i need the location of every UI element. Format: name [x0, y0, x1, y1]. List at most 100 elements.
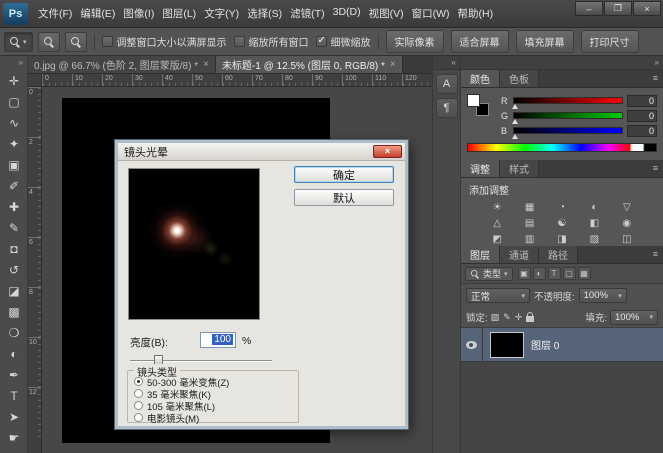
- type-tool[interactable]: T: [0, 385, 28, 406]
- panel-tab[interactable]: 路径: [539, 246, 578, 263]
- menu-item[interactable]: 图层(L): [158, 3, 200, 24]
- clone-stamp-tool[interactable]: ◘: [0, 238, 28, 259]
- options-checkbox[interactable]: 调整窗口大小以满屏显示: [102, 34, 227, 49]
- adjustment-icon[interactable]: ☀: [481, 200, 513, 215]
- lens-type-option[interactable]: 35 毫米聚焦(K): [134, 388, 292, 399]
- menu-item[interactable]: 视图(V): [365, 3, 408, 24]
- close-icon[interactable]: ×: [390, 59, 396, 70]
- panel-tab[interactable]: 通道: [500, 246, 539, 263]
- zoom-out-button[interactable]: [65, 32, 87, 52]
- maximize-button[interactable]: ❐: [604, 1, 632, 16]
- lock-transparent-icon[interactable]: ▨: [491, 312, 500, 323]
- brush-tool[interactable]: ✎: [0, 217, 28, 238]
- adjustment-icon[interactable]: ◫: [611, 232, 643, 247]
- minimize-button[interactable]: –: [575, 1, 603, 16]
- eyedropper-tool[interactable]: ✐: [0, 175, 28, 196]
- color-spectrum-ramp[interactable]: [467, 143, 657, 152]
- layer-filter-icon[interactable]: ▣: [518, 267, 531, 280]
- channel-slider[interactable]: [513, 97, 623, 104]
- lens-type-option[interactable]: 105 毫米聚焦(L): [134, 400, 292, 411]
- quick-selection-tool[interactable]: ✦: [0, 133, 28, 154]
- foreground-color-swatch[interactable]: [467, 94, 480, 107]
- channel-slider-thumb[interactable]: [512, 119, 518, 124]
- lock-move-icon[interactable]: ✛: [515, 312, 523, 323]
- document-tab[interactable]: 0.jpg @ 66.7% (色阶 2, 图层蒙版/8) * ×: [28, 56, 216, 73]
- lens-flare-preview[interactable]: [128, 168, 260, 320]
- channel-value[interactable]: 0: [627, 95, 657, 107]
- vertical-ruler[interactable]: 024681012: [28, 87, 42, 453]
- channel-value[interactable]: 0: [627, 125, 657, 137]
- panel-menu-icon[interactable]: ≡: [653, 163, 658, 173]
- layer-thumbnail[interactable]: [490, 332, 524, 358]
- zoom-tool-preset[interactable]: ▾: [4, 32, 33, 52]
- options-checkbox[interactable]: 缩放所有窗口: [234, 34, 309, 49]
- menu-item[interactable]: 编辑(E): [76, 3, 119, 24]
- brightness-input[interactable]: 100: [200, 332, 236, 348]
- panel-tab[interactable]: 色板: [500, 70, 539, 87]
- horizontal-ruler[interactable]: 0102030405060708090100110120: [42, 74, 432, 87]
- dock-collapse-bar[interactable]: »: [461, 56, 663, 70]
- panel-menu-icon[interactable]: ≡: [653, 73, 658, 83]
- adjustment-icon[interactable]: ◔: [546, 200, 578, 215]
- default-button[interactable]: 默认: [294, 189, 394, 206]
- slider-track[interactable]: [130, 360, 272, 362]
- hand-tool[interactable]: ☛: [0, 427, 28, 448]
- options-checkbox[interactable]: 细微缩放: [316, 34, 371, 49]
- ok-button[interactable]: 确定: [294, 166, 394, 183]
- menu-item[interactable]: 滤镜(T): [286, 3, 328, 24]
- layer-filter-icon[interactable]: ▢: [563, 267, 576, 280]
- adjustment-icon[interactable]: ◨: [546, 232, 578, 247]
- fill-input[interactable]: 100% ▾: [610, 310, 658, 325]
- adjustment-icon[interactable]: ◉: [611, 216, 643, 231]
- character-panel-icon[interactable]: A: [436, 74, 458, 94]
- filter-type-dropdown[interactable]: 类型 ▾: [465, 267, 513, 281]
- panel-menu-icon[interactable]: ≡: [653, 249, 658, 259]
- channel-slider-thumb[interactable]: [512, 104, 518, 109]
- menu-item[interactable]: 文件(F): [34, 3, 76, 24]
- menu-item[interactable]: 窗口(W): [408, 3, 454, 24]
- visibility-toggle[interactable]: [461, 328, 483, 361]
- menu-item[interactable]: 图像(I): [119, 3, 158, 24]
- close-icon[interactable]: ×: [203, 59, 209, 70]
- layer-row[interactable]: 图层 0: [461, 328, 663, 362]
- panel-tab[interactable]: 调整: [461, 160, 500, 177]
- blend-mode-select[interactable]: 正常 ▾: [466, 288, 530, 303]
- options-button[interactable]: 填充屏幕: [516, 30, 574, 53]
- paragraph-panel-icon[interactable]: ¶: [436, 98, 458, 118]
- adjustment-icon[interactable]: ◐: [578, 200, 610, 215]
- lock-all-icon[interactable]: [526, 316, 534, 322]
- adjustment-icon[interactable]: ▥: [513, 232, 545, 247]
- adjustment-icon[interactable]: ▤: [513, 216, 545, 231]
- document-tab[interactable]: 未标题-1 @ 12.5% (图层 0, RGB/8) * ×: [216, 56, 403, 73]
- dodge-tool[interactable]: ◐: [0, 343, 28, 364]
- lock-paint-icon[interactable]: ✎: [503, 312, 511, 323]
- adjustment-icon[interactable]: ◩: [481, 232, 513, 247]
- panel-tab[interactable]: 颜色: [461, 70, 500, 87]
- history-brush-tool[interactable]: ↺: [0, 259, 28, 280]
- menu-item[interactable]: 帮助(H): [454, 3, 498, 24]
- path-selection-tool[interactable]: ➤: [0, 406, 28, 427]
- dialog-titlebar[interactable]: 镜头光晕 ×: [118, 143, 405, 161]
- lasso-tool[interactable]: ∿: [0, 112, 28, 133]
- move-tool[interactable]: ✛: [0, 70, 28, 91]
- options-button[interactable]: 实际像素: [386, 30, 444, 53]
- ruler-corner[interactable]: [28, 74, 42, 87]
- blur-tool[interactable]: ❍: [0, 322, 28, 343]
- layer-filter-icon[interactable]: T: [548, 267, 561, 280]
- menu-item[interactable]: 选择(S): [243, 3, 286, 24]
- channel-value[interactable]: 0: [627, 110, 657, 122]
- options-button[interactable]: 适合屏幕: [451, 30, 509, 53]
- adjustment-icon[interactable]: ▽: [611, 200, 643, 215]
- gradient-tool[interactable]: ▩: [0, 301, 28, 322]
- crop-tool[interactable]: ▣: [0, 154, 28, 175]
- layer-filter-icon[interactable]: ◐: [533, 267, 546, 280]
- panel-tab[interactable]: 图层: [461, 246, 500, 263]
- flare-center-handle[interactable]: [176, 229, 179, 232]
- menu-item[interactable]: 文字(Y): [200, 3, 243, 24]
- zoom-in-button[interactable]: [38, 32, 60, 52]
- toolbar-collapse-bar[interactable]: »: [0, 56, 27, 70]
- adjustment-icon[interactable]: ▧: [578, 232, 610, 247]
- adjustment-icon[interactable]: ◧: [578, 216, 610, 231]
- healing-brush-tool[interactable]: ✚: [0, 196, 28, 217]
- adjustment-icon[interactable]: △: [481, 216, 513, 231]
